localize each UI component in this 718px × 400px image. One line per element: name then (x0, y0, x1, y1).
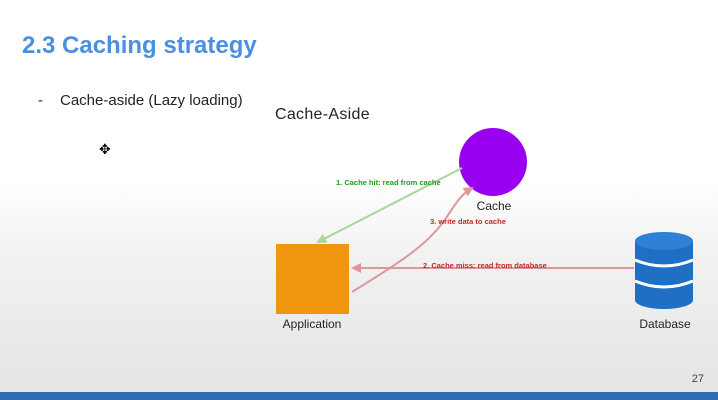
application-label: Application (283, 317, 342, 331)
footer-bar (0, 392, 718, 400)
write-cache-label: 3. write data to cache (430, 217, 506, 226)
write-cache-arrow (351, 186, 474, 293)
cache-hit-label: 1. Cache hit: read from cache (336, 178, 441, 187)
cache-aside-diagram: Cache Application Database 1. Cache hit:… (276, 128, 694, 331)
cache-miss-label: 2. Cache miss: read from database (423, 261, 547, 270)
cache-label: Cache (477, 199, 512, 213)
page-number: 27 (691, 373, 704, 385)
database-label: Database (639, 317, 691, 331)
cache-node-circle (459, 128, 527, 196)
application-node-square (276, 244, 349, 314)
database-cylinder-icon (634, 232, 694, 309)
